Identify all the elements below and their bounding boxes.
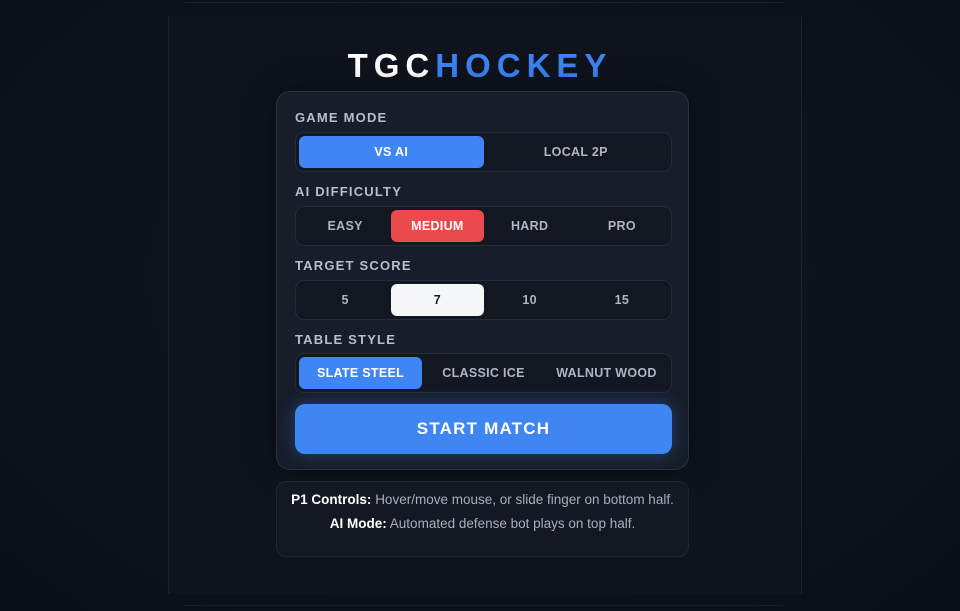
ai-mode-title: AI Mode: bbox=[329, 516, 387, 531]
game-screen: TGCHOCKEY GAME MODE VS AI LOCAL 2P AI DI… bbox=[0, 0, 960, 611]
game-mode-selector: VS AI LOCAL 2P bbox=[295, 132, 672, 172]
style-classic-ice[interactable]: CLASSIC ICE bbox=[422, 357, 545, 389]
style-slate-steel[interactable]: SLATE STEEL bbox=[299, 357, 422, 389]
logo-part-tgc: TGC bbox=[347, 47, 436, 84]
score-10[interactable]: 10 bbox=[484, 284, 576, 316]
style-walnut-wood[interactable]: WALNUT WOOD bbox=[545, 357, 668, 389]
p1-controls-text: Hover/move mouse, or slide finger on bot… bbox=[375, 492, 674, 507]
logo-part-hockey: HOCKEY bbox=[435, 47, 613, 84]
game-logo: TGCHOCKEY bbox=[0, 46, 960, 86]
ai-difficulty-label: AI DIFFICULTY bbox=[295, 184, 403, 199]
setup-panel: GAME MODE VS AI LOCAL 2P AI DIFFICULTY E… bbox=[276, 91, 689, 470]
p1-controls-title: P1 Controls: bbox=[291, 492, 372, 507]
bottom-divider bbox=[184, 605, 784, 606]
controls-info-box: P1 Controls: Hover/move mouse, or slide … bbox=[276, 481, 689, 557]
score-5[interactable]: 5 bbox=[299, 284, 391, 316]
difficulty-medium[interactable]: MEDIUM bbox=[391, 210, 484, 242]
table-style-label: TABLE STYLE bbox=[295, 332, 397, 347]
score-15[interactable]: 15 bbox=[576, 284, 668, 316]
target-score-label: TARGET SCORE bbox=[295, 258, 412, 273]
ai-difficulty-selector: EASY MEDIUM HARD PRO bbox=[295, 206, 672, 246]
score-7[interactable]: 7 bbox=[391, 284, 484, 316]
difficulty-hard[interactable]: HARD bbox=[484, 210, 576, 242]
game-mode-vs-ai[interactable]: VS AI bbox=[299, 136, 484, 168]
difficulty-easy[interactable]: EASY bbox=[299, 210, 391, 242]
game-mode-local-2p[interactable]: LOCAL 2P bbox=[484, 136, 669, 168]
target-score-selector: 5 7 10 15 bbox=[295, 280, 672, 320]
ai-mode-line: AI Mode: Automated defense bot plays on … bbox=[291, 514, 674, 533]
game-mode-label: GAME MODE bbox=[295, 110, 388, 125]
ai-mode-text: Automated defense bot plays on top half. bbox=[389, 516, 636, 531]
table-style-selector: SLATE STEEL CLASSIC ICE WALNUT WOOD bbox=[295, 353, 672, 393]
start-match-button[interactable]: START MATCH bbox=[295, 404, 672, 454]
difficulty-pro[interactable]: PRO bbox=[576, 210, 668, 242]
top-divider bbox=[184, 2, 784, 3]
p1-controls-line: P1 Controls: Hover/move mouse, or slide … bbox=[291, 490, 674, 509]
